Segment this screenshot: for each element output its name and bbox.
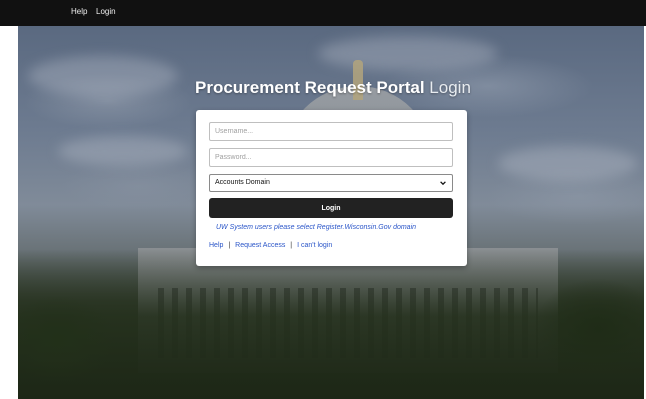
top-navigation-bar: Help Login <box>0 0 646 26</box>
chevron-down-icon <box>440 181 446 186</box>
help-link[interactable]: Help <box>209 242 223 249</box>
trees-image <box>18 249 644 399</box>
login-card: Accounts Domain Login UW System users pl… <box>196 110 467 266</box>
login-button[interactable]: Login <box>209 198 453 218</box>
password-input[interactable] <box>209 148 453 167</box>
help-links: Help | Request Access | I can't login <box>209 242 332 249</box>
request-access-link[interactable]: Request Access <box>235 242 285 249</box>
domain-select[interactable]: Accounts Domain <box>209 174 453 192</box>
domain-note: UW System users please select Register.W… <box>216 224 417 231</box>
title-main: Procurement Request Portal <box>195 78 425 97</box>
username-input[interactable] <box>209 122 453 141</box>
domain-select-value: Accounts Domain <box>215 179 270 186</box>
link-separator: | <box>228 242 231 249</box>
nav-login-link[interactable]: Login <box>96 7 116 16</box>
title-login: Login <box>429 78 471 97</box>
nav-help-link[interactable]: Help <box>71 7 87 16</box>
page-title: Procurement Request Portal Login <box>195 78 475 98</box>
link-separator: | <box>290 242 293 249</box>
cant-login-link[interactable]: I can't login <box>297 242 332 249</box>
